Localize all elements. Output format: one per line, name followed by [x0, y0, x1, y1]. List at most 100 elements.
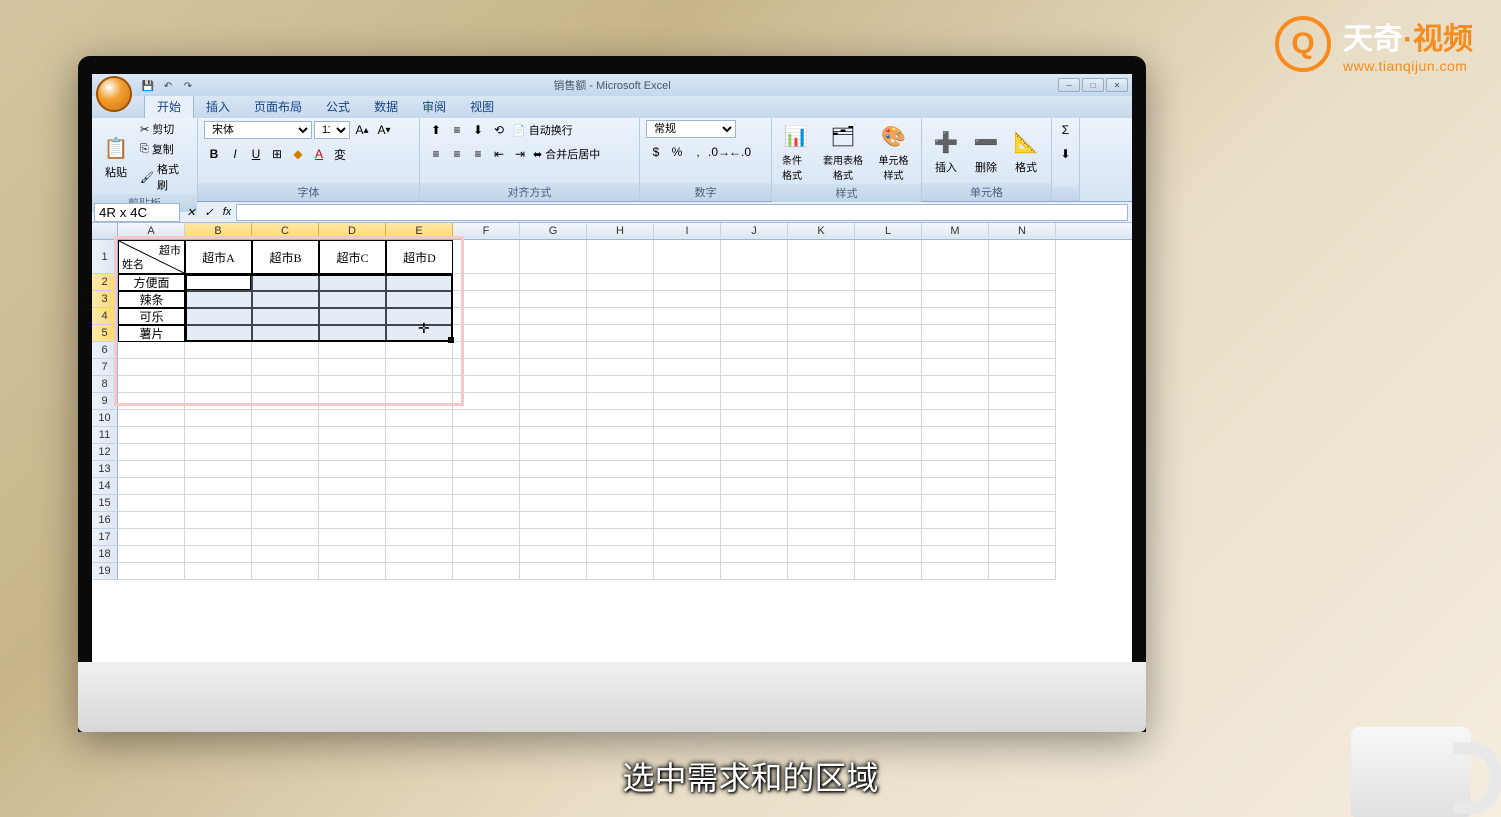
cell-empty[interactable]: [453, 376, 520, 393]
cell-n3[interactable]: [989, 291, 1056, 308]
bold-button[interactable]: B: [204, 144, 224, 164]
cell-empty[interactable]: [319, 427, 386, 444]
cell-empty[interactable]: [453, 529, 520, 546]
col-header-m[interactable]: M: [922, 223, 989, 239]
cell-empty[interactable]: [587, 342, 654, 359]
cell-empty[interactable]: [654, 427, 721, 444]
cell-empty[interactable]: [520, 376, 587, 393]
autosum-button[interactable]: Σ: [1056, 120, 1076, 140]
cell-empty[interactable]: [922, 495, 989, 512]
cell-empty[interactable]: [654, 563, 721, 580]
cell-empty[interactable]: [721, 342, 788, 359]
cell-empty[interactable]: [252, 376, 319, 393]
cell-empty[interactable]: [788, 529, 855, 546]
cell-empty[interactable]: [386, 393, 453, 410]
cell-empty[interactable]: [386, 461, 453, 478]
cell-empty[interactable]: [319, 529, 386, 546]
align-center-button[interactable]: ≡: [447, 144, 467, 164]
cell-empty[interactable]: [721, 427, 788, 444]
cell-m4[interactable]: [922, 308, 989, 325]
cell-empty[interactable]: [185, 495, 252, 512]
fx-button[interactable]: fx: [218, 204, 236, 220]
cell-h1[interactable]: [587, 240, 654, 274]
cell-empty[interactable]: [721, 478, 788, 495]
tab-review[interactable]: 审阅: [410, 95, 458, 118]
cell-g5[interactable]: [520, 325, 587, 342]
cell-empty[interactable]: [185, 359, 252, 376]
cell-a4[interactable]: 可乐: [118, 308, 185, 325]
fill-series-button[interactable]: ⬇: [1056, 144, 1076, 164]
cell-j4[interactable]: [721, 308, 788, 325]
cell-e3[interactable]: [386, 291, 453, 308]
cell-empty[interactable]: [252, 563, 319, 580]
cell-i5[interactable]: [654, 325, 721, 342]
cell-empty[interactable]: [922, 563, 989, 580]
cell-empty[interactable]: [118, 546, 185, 563]
cell-empty[interactable]: [989, 495, 1056, 512]
cell-k3[interactable]: [788, 291, 855, 308]
cell-empty[interactable]: [386, 495, 453, 512]
cell-empty[interactable]: [453, 393, 520, 410]
cell-empty[interactable]: [118, 495, 185, 512]
cell-empty[interactable]: [185, 546, 252, 563]
cell-empty[interactable]: [922, 512, 989, 529]
cell-empty[interactable]: [386, 359, 453, 376]
cell-empty[interactable]: [587, 461, 654, 478]
cell-empty[interactable]: [185, 376, 252, 393]
cell-empty[interactable]: [252, 546, 319, 563]
cell-empty[interactable]: [453, 427, 520, 444]
cell-i3[interactable]: [654, 291, 721, 308]
cell-empty[interactable]: [788, 393, 855, 410]
cell-empty[interactable]: [118, 376, 185, 393]
cell-n2[interactable]: [989, 274, 1056, 291]
cell-empty[interactable]: [855, 529, 922, 546]
cell-empty[interactable]: [252, 529, 319, 546]
cell-empty[interactable]: [788, 478, 855, 495]
number-format-select[interactable]: 常规: [646, 120, 736, 138]
cell-empty[interactable]: [788, 342, 855, 359]
cell-f4[interactable]: [453, 308, 520, 325]
border-button[interactable]: ⊞: [267, 144, 287, 164]
row-header-18[interactable]: 18: [92, 546, 118, 563]
cell-empty[interactable]: [721, 410, 788, 427]
cell-e2[interactable]: [386, 274, 453, 291]
cell-empty[interactable]: [386, 376, 453, 393]
cell-empty[interactable]: [989, 410, 1056, 427]
cell-i1[interactable]: [654, 240, 721, 274]
cell-empty[interactable]: [252, 444, 319, 461]
font-size-select[interactable]: 11: [314, 121, 350, 139]
cell-empty[interactable]: [185, 512, 252, 529]
cell-empty[interactable]: [788, 512, 855, 529]
cell-j2[interactable]: [721, 274, 788, 291]
paste-button[interactable]: 📋 粘贴: [98, 132, 134, 182]
cell-a2[interactable]: 方便面: [118, 274, 185, 291]
cell-c4[interactable]: [252, 308, 319, 325]
cell-empty[interactable]: [319, 342, 386, 359]
col-header-g[interactable]: G: [520, 223, 587, 239]
col-header-e[interactable]: E: [386, 223, 453, 239]
row-header-3[interactable]: 3: [92, 291, 118, 308]
comma-button[interactable]: ,: [688, 142, 708, 162]
cell-empty[interactable]: [453, 512, 520, 529]
cell-b2[interactable]: [185, 274, 252, 291]
cell-empty[interactable]: [453, 410, 520, 427]
cell-empty[interactable]: [118, 410, 185, 427]
cell-empty[interactable]: [788, 444, 855, 461]
cell-empty[interactable]: [185, 529, 252, 546]
cell-empty[interactable]: [453, 342, 520, 359]
cell-empty[interactable]: [989, 393, 1056, 410]
cell-empty[interactable]: [654, 444, 721, 461]
enter-formula-button[interactable]: ✓: [200, 204, 218, 220]
cell-g4[interactable]: [520, 308, 587, 325]
cell-empty[interactable]: [587, 393, 654, 410]
cell-empty[interactable]: [520, 495, 587, 512]
cell-empty[interactable]: [386, 529, 453, 546]
align-bottom-button[interactable]: ⬇: [468, 120, 488, 140]
wrap-button[interactable]: 📄自动换行: [510, 120, 575, 140]
cell-empty[interactable]: [855, 427, 922, 444]
cell-empty[interactable]: [654, 359, 721, 376]
cell-empty[interactable]: [118, 478, 185, 495]
cell-empty[interactable]: [654, 495, 721, 512]
cell-empty[interactable]: [520, 478, 587, 495]
cell-empty[interactable]: [587, 427, 654, 444]
